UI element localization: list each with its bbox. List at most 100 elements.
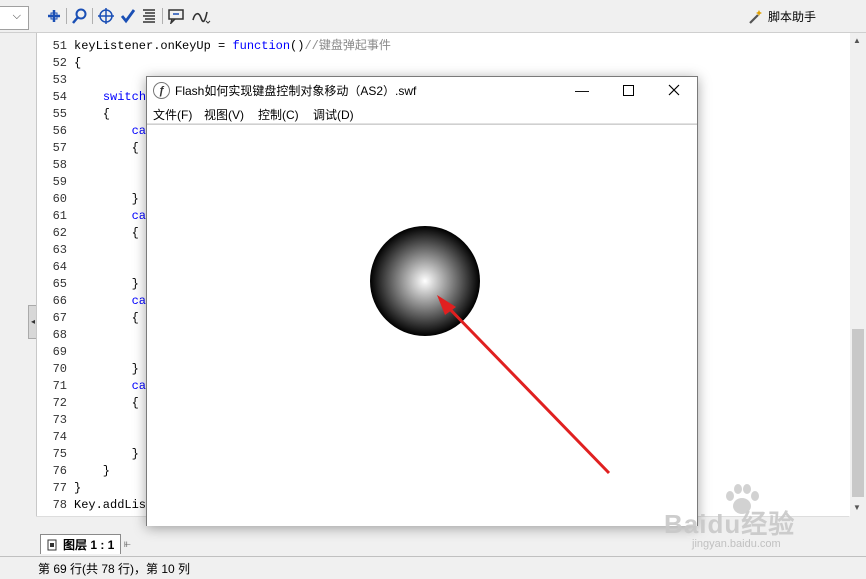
code-line[interactable]: 56 cas <box>37 123 154 140</box>
menu-control[interactable]: 控制(C) <box>258 106 299 123</box>
code-line[interactable]: 57 { <box>37 140 139 157</box>
menu-view[interactable]: 视图(V) <box>204 106 244 123</box>
layer-icon <box>47 539 57 550</box>
flash-stage[interactable] <box>147 124 697 526</box>
code-line[interactable]: 61 cas <box>37 208 154 225</box>
code-line[interactable]: 67 { <box>37 310 139 327</box>
debug-options-button[interactable] <box>189 6 213 26</box>
line-number: 71 <box>52 379 67 393</box>
code-line[interactable]: 72 { <box>37 395 139 412</box>
format-icon <box>143 9 155 23</box>
minimize-icon: — <box>575 82 589 98</box>
scroll-down-icon[interactable]: ▼ <box>853 503 861 512</box>
menu-file[interactable]: 文件(F) <box>153 106 192 123</box>
line-number: 55 <box>52 107 67 121</box>
code-line[interactable]: 60 } <box>37 191 139 208</box>
insert-target-button[interactable] <box>96 6 116 26</box>
code-line[interactable]: 65 } <box>37 276 139 293</box>
code-text: { <box>74 56 82 70</box>
code-line[interactable]: 69 <box>37 344 74 361</box>
code-text-rest: () <box>290 39 305 53</box>
code-line[interactable]: 63 <box>37 242 74 259</box>
script-assistant-label: 脚本助手 <box>767 10 816 24</box>
code-line[interactable]: 53 <box>37 72 74 89</box>
close-icon <box>668 84 680 96</box>
line-number: 78 <box>52 498 67 512</box>
scroll-thumb[interactable] <box>852 329 864 497</box>
auto-format-button[interactable] <box>139 6 159 26</box>
code-line[interactable]: 74 <box>37 429 74 446</box>
line-number: 63 <box>52 243 67 257</box>
code-text: } <box>74 481 82 495</box>
code-hint-icon <box>168 9 184 24</box>
code-line[interactable]: 58 <box>37 157 74 174</box>
line-number: 75 <box>52 447 67 461</box>
baidu-watermark: Baidu经验 jingyan.baidu.com <box>664 484 795 550</box>
gradient-ball[interactable] <box>370 226 480 336</box>
flash-player-window: ƒ Flash如何实现键盘控制对象移动（AS2）.swf — 文件(F) 视图(… <box>146 76 698 526</box>
line-number: 64 <box>52 260 67 274</box>
vertical-scrollbar[interactable]: ▲ ▼ <box>850 33 866 516</box>
code-text: Key.addList <box>74 498 154 512</box>
check-syntax-button[interactable] <box>118 6 138 26</box>
code-text: } <box>74 447 139 461</box>
code-line[interactable]: 59 <box>37 174 74 191</box>
paw-logo-icon <box>726 484 759 514</box>
code-line[interactable]: 77} <box>37 480 82 497</box>
script-assistant-button[interactable]: 脚本助手 <box>747 8 816 25</box>
line-number: 67 <box>52 311 67 325</box>
line-number: 73 <box>52 413 67 427</box>
line-number: 72 <box>52 396 67 410</box>
line-number: 57 <box>52 141 67 155</box>
watermark-url: jingyan.baidu.com <box>692 538 781 550</box>
line-number: 56 <box>52 124 67 138</box>
menu-debug[interactable]: 调试(D) <box>313 106 354 123</box>
code-line[interactable]: 62 { <box>37 225 139 242</box>
line-number: 76 <box>52 464 67 478</box>
code-keyword: switch <box>102 90 147 104</box>
line-number: 77 <box>52 481 67 495</box>
add-item-button[interactable] <box>44 6 64 26</box>
close-button[interactable] <box>651 77 697 103</box>
code-line[interactable]: 68 <box>37 327 74 344</box>
maximize-button[interactable] <box>605 77 651 103</box>
flash-window-title: Flash如何实现键盘控制对象移动（AS2）.swf <box>175 84 417 98</box>
code-line[interactable]: 66 cas <box>37 293 154 310</box>
code-line[interactable]: 55 { <box>37 106 110 123</box>
code-text: keyListener.onKeyUp = <box>74 39 233 53</box>
line-number: 60 <box>52 192 67 206</box>
minimize-button[interactable]: — <box>559 77 605 103</box>
chevron-down-icon: ⌵ <box>12 10 21 22</box>
code-line[interactable]: 70 } <box>37 361 139 378</box>
code-text: { <box>74 107 111 121</box>
code-line[interactable]: 75 } <box>37 446 139 463</box>
stage-canvas <box>370 226 611 475</box>
magic-wand-icon <box>749 9 762 24</box>
script-dropdown[interactable]: ⌵ <box>0 6 29 30</box>
code-line[interactable]: 71 cas <box>37 378 154 395</box>
code-text: } <box>74 277 139 291</box>
code-line[interactable]: 54 switch <box>37 89 146 106</box>
status-bar: 第 69 行(共 78 行)，第 10 列 <box>0 556 866 579</box>
scroll-up-icon[interactable]: ▲ <box>853 36 861 45</box>
flash-title-bar[interactable]: ƒ Flash如何实现键盘控制对象移动（AS2）.swf — <box>147 77 697 103</box>
line-number: 54 <box>52 90 67 104</box>
code-text: } <box>74 192 139 206</box>
code-line[interactable]: 76 } <box>37 463 110 480</box>
layer-tab-label: 图层 1 : 1 <box>63 538 115 552</box>
code-line[interactable]: 51 keyListener.onKeyUp = function()//键盘弹起… <box>37 38 391 55</box>
layer-tab[interactable]: 图层 1 : 1 <box>40 534 122 554</box>
code-line[interactable]: 64 <box>37 259 74 276</box>
code-line[interactable]: 73 <box>37 412 74 429</box>
code-line[interactable]: 52 { <box>37 55 82 72</box>
code-hint-button[interactable] <box>166 6 186 26</box>
line-number: 74 <box>52 430 67 444</box>
pin-script-icon[interactable]: ⫦ <box>124 536 131 551</box>
checkmark-icon <box>120 9 136 24</box>
find-button[interactable] <box>70 6 90 26</box>
code-line[interactable]: 78 Key.addList <box>37 497 154 514</box>
maximize-icon <box>622 84 634 96</box>
